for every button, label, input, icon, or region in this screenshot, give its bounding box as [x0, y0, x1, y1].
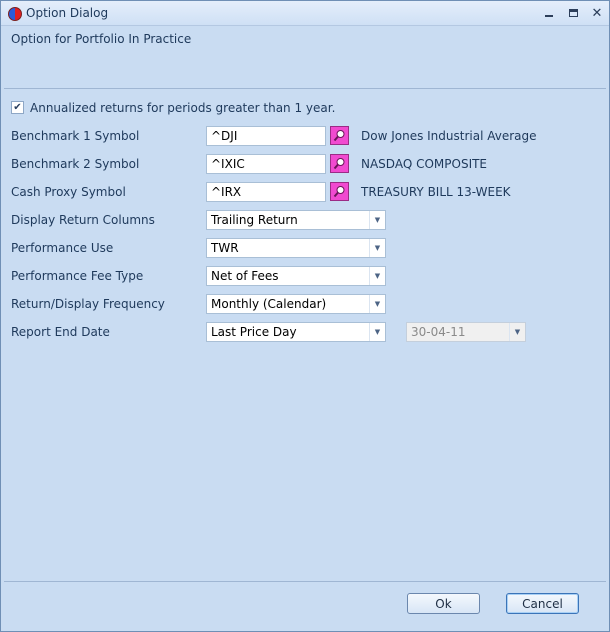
- cash-proxy-input[interactable]: ^IRX: [206, 182, 326, 202]
- ok-button[interactable]: Ok: [407, 593, 480, 614]
- performance-use-label: Performance Use: [11, 241, 114, 255]
- option-dialog-window: Option Dialog ✕ Option for Portfolio In …: [0, 0, 610, 632]
- search-person-icon: [333, 158, 345, 170]
- header-panel: Option for Portfolio In Practice: [4, 26, 606, 88]
- report-end-date-picker: 30-04-11 ▼: [406, 322, 526, 342]
- cash-proxy-lookup-button[interactable]: [330, 182, 349, 201]
- chevron-down-icon: ▼: [369, 211, 385, 229]
- search-person-icon: [333, 186, 345, 198]
- chevron-down-icon: ▼: [369, 323, 385, 341]
- cash-proxy-label: Cash Proxy Symbol: [11, 185, 126, 199]
- chevron-down-icon: ▼: [369, 239, 385, 257]
- minimize-icon: [545, 15, 553, 17]
- fee-type-label: Performance Fee Type: [11, 269, 144, 283]
- button-bar: Ok Cancel: [4, 583, 606, 629]
- close-button[interactable]: ✕: [588, 5, 606, 21]
- display-return-value: Trailing Return: [211, 213, 298, 227]
- benchmark2-lookup-button[interactable]: [330, 154, 349, 173]
- performance-use-value: TWR: [211, 241, 239, 255]
- benchmark1-description: Dow Jones Industrial Average: [361, 129, 537, 143]
- maximize-icon: [568, 9, 578, 17]
- chevron-down-icon: ▼: [369, 295, 385, 313]
- search-person-icon: [333, 130, 345, 142]
- frequency-label: Return/Display Frequency: [11, 297, 165, 311]
- cancel-button[interactable]: Cancel: [506, 593, 579, 614]
- report-end-select[interactable]: Last Price Day ▼: [206, 322, 386, 342]
- cash-proxy-description: TREASURY BILL 13-WEEK: [361, 185, 511, 199]
- maximize-button[interactable]: [564, 5, 582, 21]
- performance-use-select[interactable]: TWR ▼: [206, 238, 386, 258]
- minimize-button[interactable]: [540, 5, 558, 21]
- header-divider: [4, 88, 606, 89]
- window-title: Option Dialog: [26, 6, 109, 20]
- display-return-select[interactable]: Trailing Return ▼: [206, 210, 386, 230]
- fee-type-value: Net of Fees: [211, 269, 279, 283]
- benchmark2-input[interactable]: ^IXIC: [206, 154, 326, 174]
- checkmark-icon: ✔: [13, 101, 22, 113]
- close-icon: ✕: [591, 5, 603, 21]
- frequency-select[interactable]: Monthly (Calendar) ▼: [206, 294, 386, 314]
- chevron-down-icon: ▼: [509, 323, 525, 341]
- header-text: Option for Portfolio In Practice: [11, 32, 192, 46]
- annualized-checkbox[interactable]: ✔: [11, 101, 24, 114]
- display-return-label: Display Return Columns: [11, 213, 155, 227]
- chevron-down-icon: ▼: [369, 267, 385, 285]
- fee-type-select[interactable]: Net of Fees ▼: [206, 266, 386, 286]
- benchmark2-description: NASDAQ COMPOSITE: [361, 157, 488, 171]
- app-pie-icon: [8, 7, 22, 21]
- annualized-label: Annualized returns for periods greater t…: [30, 101, 336, 115]
- benchmark2-label: Benchmark 2 Symbol: [11, 157, 140, 171]
- frequency-value: Monthly (Calendar): [211, 297, 327, 311]
- report-end-value: Last Price Day: [211, 325, 297, 339]
- benchmark1-label: Benchmark 1 Symbol: [11, 129, 140, 143]
- report-end-label: Report End Date: [11, 325, 110, 339]
- benchmark1-lookup-button[interactable]: [330, 126, 349, 145]
- title-bar[interactable]: Option Dialog ✕: [1, 1, 609, 26]
- footer-divider: [4, 581, 606, 582]
- report-end-date-value: 30-04-11: [411, 325, 466, 339]
- options-panel: ✔ Annualized returns for periods greater…: [4, 91, 606, 581]
- benchmark1-input[interactable]: ^DJI: [206, 126, 326, 146]
